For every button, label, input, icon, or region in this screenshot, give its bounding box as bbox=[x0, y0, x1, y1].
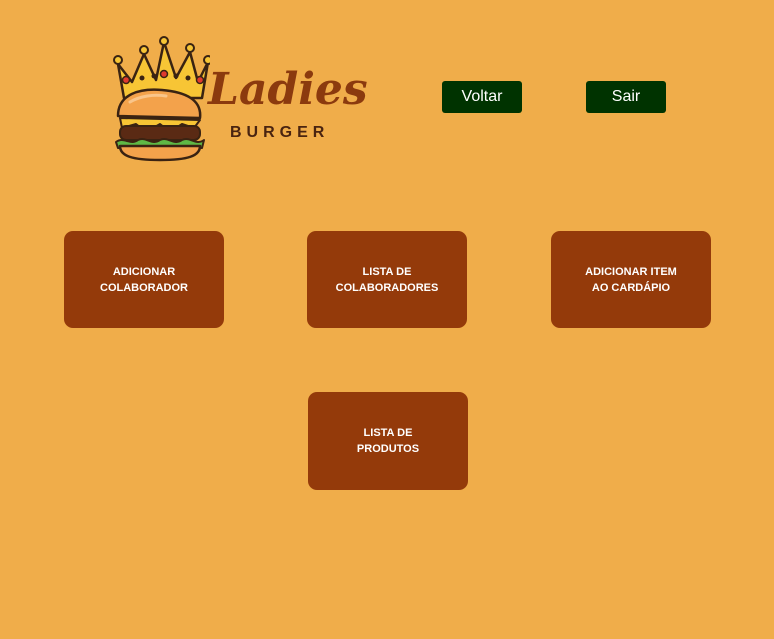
card-label: ADICIONAR COLABORADOR bbox=[100, 265, 188, 294]
collaborators-list-button[interactable]: LISTA DE COLABORADORES bbox=[307, 231, 467, 328]
card-label: LISTA DE PRODUTOS bbox=[356, 427, 420, 455]
brand-name: Ladies bbox=[208, 64, 368, 115]
add-collaborator-button[interactable]: ADICIONAR COLABORADOR bbox=[64, 231, 224, 328]
crowned-burger-icon bbox=[113, 36, 210, 162]
brand-logo: Ladies BURGER bbox=[110, 36, 368, 162]
products-list-button[interactable]: LISTA DE PRODUTOS bbox=[308, 392, 468, 490]
exit-button[interactable]: Sair bbox=[586, 81, 666, 113]
card-label: ADICIONAR ITEM AO CARDÁPIO bbox=[585, 265, 677, 294]
brand-subtitle: BURGER bbox=[230, 124, 330, 141]
back-button[interactable]: Voltar bbox=[442, 81, 522, 113]
add-menu-item-button[interactable]: ADICIONAR ITEM AO CARDÁPIO bbox=[551, 231, 711, 328]
card-label: LISTA DE COLABORADORES bbox=[335, 265, 439, 294]
